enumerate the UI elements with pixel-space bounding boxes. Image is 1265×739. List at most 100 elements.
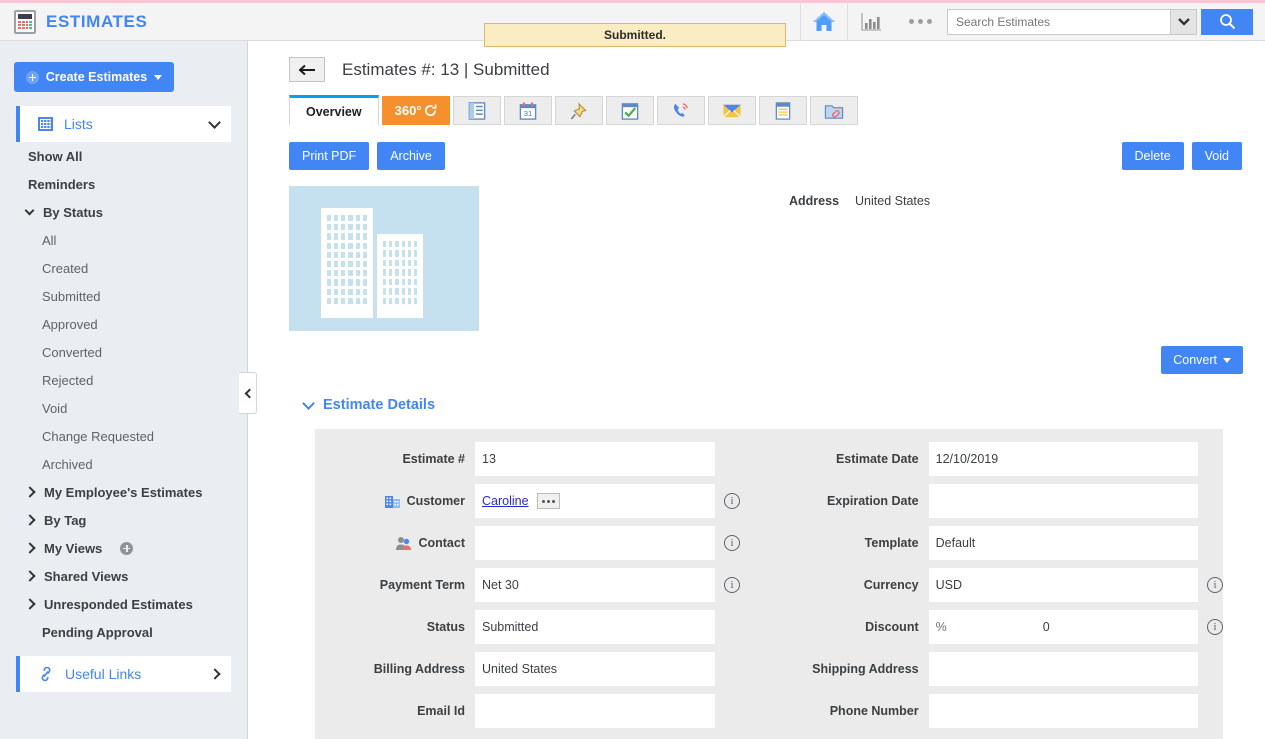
archive-button[interactable]: Archive xyxy=(377,142,445,170)
more-options-button[interactable] xyxy=(894,1,947,42)
address-block: Address United States xyxy=(789,186,930,331)
add-view-icon[interactable] xyxy=(120,542,133,555)
tab-pushpin[interactable] xyxy=(555,96,603,125)
tab-360-view[interactable]: 360° xyxy=(382,96,450,125)
sidebar-item-useful-links[interactable]: Useful Links xyxy=(16,656,231,692)
sidebar-item-archived[interactable]: Archived xyxy=(0,450,247,478)
field-value-input[interactable] xyxy=(475,694,715,728)
sidebar-item-unresponded-estimates[interactable]: Unresponded Estimates xyxy=(0,590,247,618)
info-icon[interactable]: i xyxy=(1207,577,1223,593)
back-button[interactable] xyxy=(289,57,325,82)
print-pdf-button[interactable]: Print PDF xyxy=(289,142,369,170)
tab-email[interactable] xyxy=(708,96,756,125)
info-icon[interactable]: i xyxy=(724,493,740,509)
home-button[interactable] xyxy=(800,1,847,42)
field-value-input[interactable] xyxy=(929,484,1198,518)
caret-down-icon xyxy=(1223,358,1231,363)
caret-down-icon xyxy=(154,75,162,80)
customer-link[interactable]: Caroline xyxy=(482,494,529,508)
home-icon xyxy=(811,10,837,34)
field-label: Estimate # xyxy=(402,452,465,466)
tab-task-check[interactable] xyxy=(606,96,654,125)
building-right xyxy=(377,234,423,318)
tab-phone-call[interactable] xyxy=(657,96,705,125)
sidebar-item-approved[interactable]: Approved xyxy=(0,310,247,338)
more-dots-icon xyxy=(927,19,932,24)
sidebar-item-label: Created xyxy=(42,261,88,276)
void-button[interactable]: Void xyxy=(1192,142,1242,170)
field-value-input[interactable]: 12/10/2019 xyxy=(929,442,1198,476)
sidebar-item-submitted[interactable]: Submitted xyxy=(0,282,247,310)
field-value-input[interactable] xyxy=(929,694,1198,728)
action-toolbar: Print PDF Archive Delete Void xyxy=(249,142,1265,170)
tab-overview[interactable]: Overview xyxy=(289,95,379,125)
field-label: Payment Term xyxy=(380,578,465,592)
sidebar-item-converted[interactable]: Converted xyxy=(0,338,247,366)
field-value-input[interactable]: Caroline xyxy=(475,484,715,518)
delete-button[interactable]: Delete xyxy=(1122,142,1184,170)
sidebar-item-my-employee-s-estimates[interactable]: My Employee's Estimates xyxy=(0,478,247,506)
field-label: Shipping Address xyxy=(812,662,919,676)
sidebar-item-shared-views[interactable]: Shared Views xyxy=(0,562,247,590)
field-label-wrap: Estimate # xyxy=(315,452,475,466)
search-button[interactable] xyxy=(1201,9,1253,35)
sidebar-item-all[interactable]: All xyxy=(0,226,247,254)
form-row: ContactiTemplateDefaulti xyxy=(315,522,1223,564)
info-icon[interactable]: i xyxy=(1207,619,1223,635)
sidebar-item-lists[interactable]: Lists xyxy=(16,106,231,142)
field-label: Phone Number xyxy=(830,704,919,718)
info-icon[interactable]: i xyxy=(724,535,740,551)
brand[interactable]: ESTIMATES xyxy=(0,3,250,40)
sidebar-collapse-handle[interactable] xyxy=(239,372,257,414)
action-toolbar-right: Delete Void xyxy=(1114,142,1242,170)
chevron-down-icon xyxy=(208,116,221,129)
field-label-wrap: Payment Term xyxy=(315,578,475,592)
pushpin-icon xyxy=(568,101,590,121)
form-field-email-id: Email Idi xyxy=(315,690,769,732)
sidebar-item-rejected[interactable]: Rejected xyxy=(0,366,247,394)
field-value: Submitted xyxy=(482,620,538,634)
convert-row: Convert xyxy=(249,346,1265,374)
record-tabs: Overview360° 31 xyxy=(289,96,1265,125)
tab-notes[interactable] xyxy=(759,96,807,125)
search-scope-dropdown[interactable] xyxy=(1171,9,1197,35)
estimate-details-section-header[interactable]: Estimate Details xyxy=(304,397,1265,413)
tab-calendar[interactable]: 31 xyxy=(504,96,552,125)
search-input[interactable] xyxy=(947,9,1171,35)
field-value-input[interactable]: United States xyxy=(475,652,715,686)
field-label-wrap: Contact xyxy=(315,535,475,551)
field-value-input[interactable]: USD xyxy=(929,568,1198,602)
create-estimates-button[interactable]: Create Estimates xyxy=(14,62,174,92)
sidebar-item-by-status[interactable]: By Status xyxy=(0,198,247,226)
create-estimates-label: Create Estimates xyxy=(46,70,147,84)
sidebar-item-by-tag[interactable]: By Tag xyxy=(0,506,247,534)
field-value-input[interactable] xyxy=(929,652,1198,686)
info-icon[interactable]: i xyxy=(724,577,740,593)
sidebar-item-label: My Views xyxy=(44,541,102,556)
field-label: Email Id xyxy=(417,704,465,718)
field-value-input[interactable]: %0 xyxy=(929,610,1198,644)
customer-lookup-button[interactable] xyxy=(537,493,560,509)
tab-form-list[interactable] xyxy=(453,96,501,125)
field-value-input[interactable]: 13 xyxy=(475,442,715,476)
sidebar-item-created[interactable]: Created xyxy=(0,254,247,282)
field-label-wrap: Estimate Date xyxy=(769,452,929,466)
sidebar-item-pending-approval[interactable]: Pending Approval xyxy=(0,618,247,646)
field-value-input[interactable]: Default xyxy=(929,526,1198,560)
sidebar-item-reminders[interactable]: Reminders xyxy=(0,170,247,198)
convert-button[interactable]: Convert xyxy=(1161,346,1243,374)
sidebar-item-change-requested[interactable]: Change Requested xyxy=(0,422,247,450)
sidebar-item-show-all[interactable]: Show All xyxy=(0,142,247,170)
field-label-wrap: Customer xyxy=(315,493,475,509)
sidebar-item-my-views[interactable]: My Views xyxy=(0,534,247,562)
tab-attachment-folder[interactable] xyxy=(810,96,858,125)
field-value-input[interactable]: Submitted xyxy=(475,610,715,644)
reports-button[interactable] xyxy=(847,1,894,42)
field-value-input[interactable]: Net 30 xyxy=(475,568,715,602)
form-field-status: StatusSubmittedi xyxy=(315,606,769,648)
sidebar-item-void[interactable]: Void xyxy=(0,394,247,422)
field-value-input[interactable] xyxy=(475,526,715,560)
field-label: Estimate Date xyxy=(836,452,919,466)
form-row: CustomerCarolineiExpiration Datei xyxy=(315,480,1223,522)
form-field-currency: CurrencyUSDi xyxy=(769,564,1223,606)
